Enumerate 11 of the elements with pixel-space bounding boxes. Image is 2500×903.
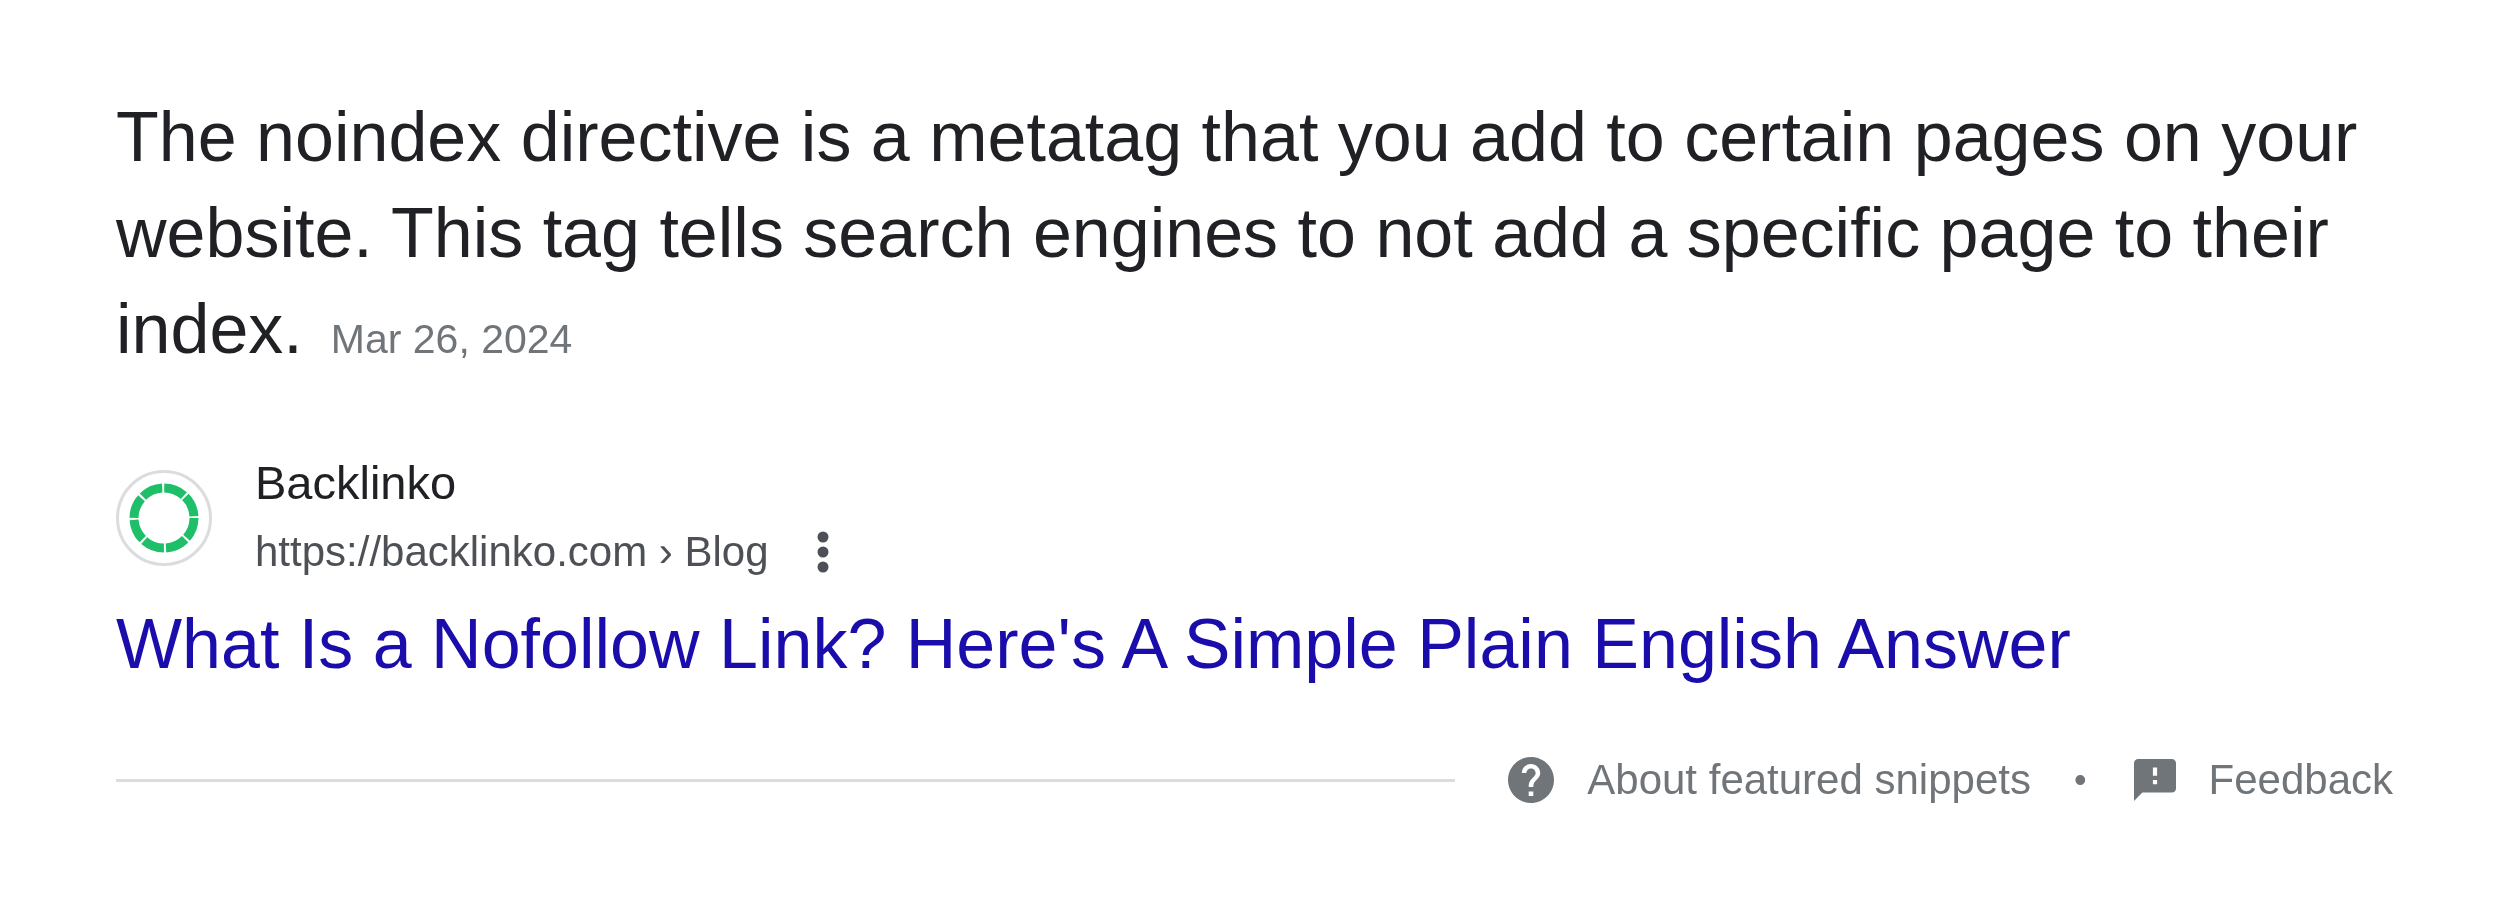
breadcrumb-url: https://backlinko.com › Blog (255, 527, 769, 577)
separator-dot: • (2073, 759, 2087, 801)
result-title-link[interactable]: What Is a Nofollow Link? Here's A Simple Plain English Answer (116, 604, 2071, 684)
ring-icon (116, 469, 212, 566)
snippet-text: The noindex directive is a metatag that you add to certain pages on your website. This tag tells search engines to not add a specific page to their index. Mar 26, 2024 (116, 97, 2359, 370)
feedback-icon (2133, 759, 2176, 801)
site-name: Backlinko (255, 455, 457, 511)
feedback-link[interactable]: Feedback (2133, 755, 2393, 805)
more-options-icon[interactable] (816, 531, 829, 573)
help-icon (1508, 757, 1555, 803)
about-featured-snippets-link[interactable]: About featured snippets (1508, 755, 2031, 805)
